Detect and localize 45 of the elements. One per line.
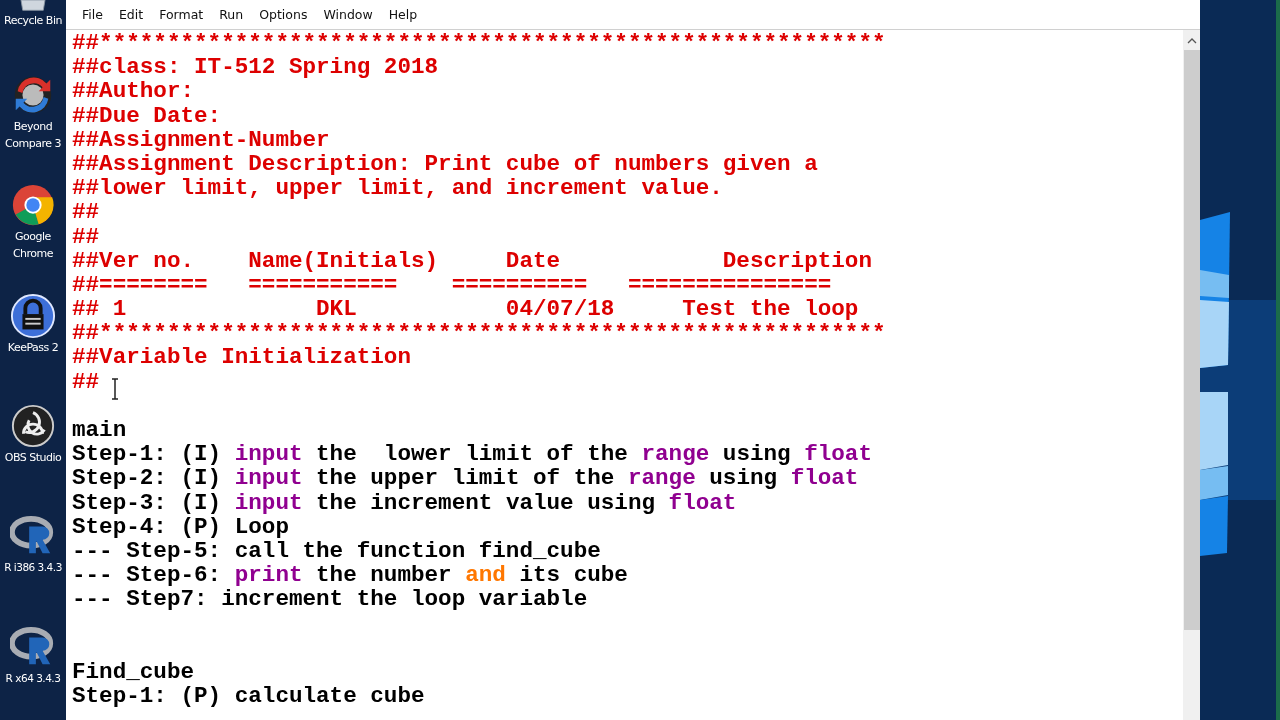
code-line: ##Author: — [72, 78, 195, 105]
scroll-up-icon[interactable] — [1186, 38, 1197, 44]
code-line: ##Assignment-Number — [72, 126, 330, 153]
code-line: Step-3: (I) input the increment value using float — [72, 489, 737, 516]
code-line: ## 1 DKL 04/07/18 Test the loop — [72, 296, 859, 323]
scrollbar[interactable] — [1183, 30, 1200, 720]
code-line: Step-2: (I) input the upper limit of the range using float — [72, 465, 859, 492]
desktop-icon-label[interactable]: OBS Studio — [0, 448, 66, 466]
menu-item[interactable]: Run — [211, 7, 252, 22]
menu-item[interactable]: Help — [380, 7, 426, 22]
code-line: ##Variable Initialization — [72, 344, 411, 371]
code-line: ##********************************************************** — [72, 320, 886, 347]
code-line: ##Assignment Description: Print cube of numbers given a — [72, 150, 818, 177]
code-line: --- Step-5: call the function find_cube — [72, 537, 601, 564]
padlock-icon[interactable] — [10, 292, 56, 339]
code-line: Step-1: (I) input the lower limit of the range using float — [72, 441, 872, 468]
code-line: ##======== =========== ========== =============== — [72, 271, 832, 298]
code-line: main — [72, 417, 127, 443]
code-line: ##********************************************************** — [72, 30, 886, 56]
code-line: ##lower limit, upper limit, and increment value. — [72, 175, 723, 202]
code-line: Find_cube — [72, 658, 195, 685]
code-line: ##Due Date: — [72, 102, 222, 129]
code-line: Step-1: (P) calculate cube — [72, 683, 425, 710]
code-line: ##class: IT-512 Spring 2018 — [72, 54, 439, 81]
code-line: ## — [72, 199, 100, 226]
code-line: Step-4: (P) Loop — [72, 513, 289, 540]
menu-item[interactable]: Window — [315, 7, 381, 22]
scroll-thumb[interactable] — [1183, 50, 1200, 630]
menu-item[interactable]: Options — [251, 7, 316, 22]
desktop-icon-label[interactable]: Recycle Bin — [0, 12, 66, 29]
menu-item[interactable]: File — [74, 7, 111, 22]
desktop-icon-label[interactable]: Google Chrome — [0, 228, 66, 263]
desktop-icon-label[interactable]: KeePass 2 — [0, 338, 66, 356]
menu-item[interactable]: Edit — [110, 7, 152, 22]
desktop-icon-label[interactable]: Beyond Compare 3 — [0, 117, 66, 152]
desktop-icon-label[interactable]: R x64 3.4.3 — [0, 669, 66, 687]
code-line: --- Step-6: print the number and its cube — [72, 562, 628, 589]
menu-item[interactable]: Format — [151, 7, 212, 22]
text-cursor-icon — [110, 378, 120, 400]
desktop-icon-label[interactable]: R i386 3.4.3 — [0, 559, 66, 577]
code-line: ##Ver no. Name(Initials) Date Description — [72, 247, 872, 274]
code-line: ## — [72, 368, 100, 395]
code-line: ## — [72, 223, 100, 250]
code-line: --- Step7: increment the loop variable — [72, 586, 588, 613]
obs-icon[interactable] — [10, 402, 56, 449]
